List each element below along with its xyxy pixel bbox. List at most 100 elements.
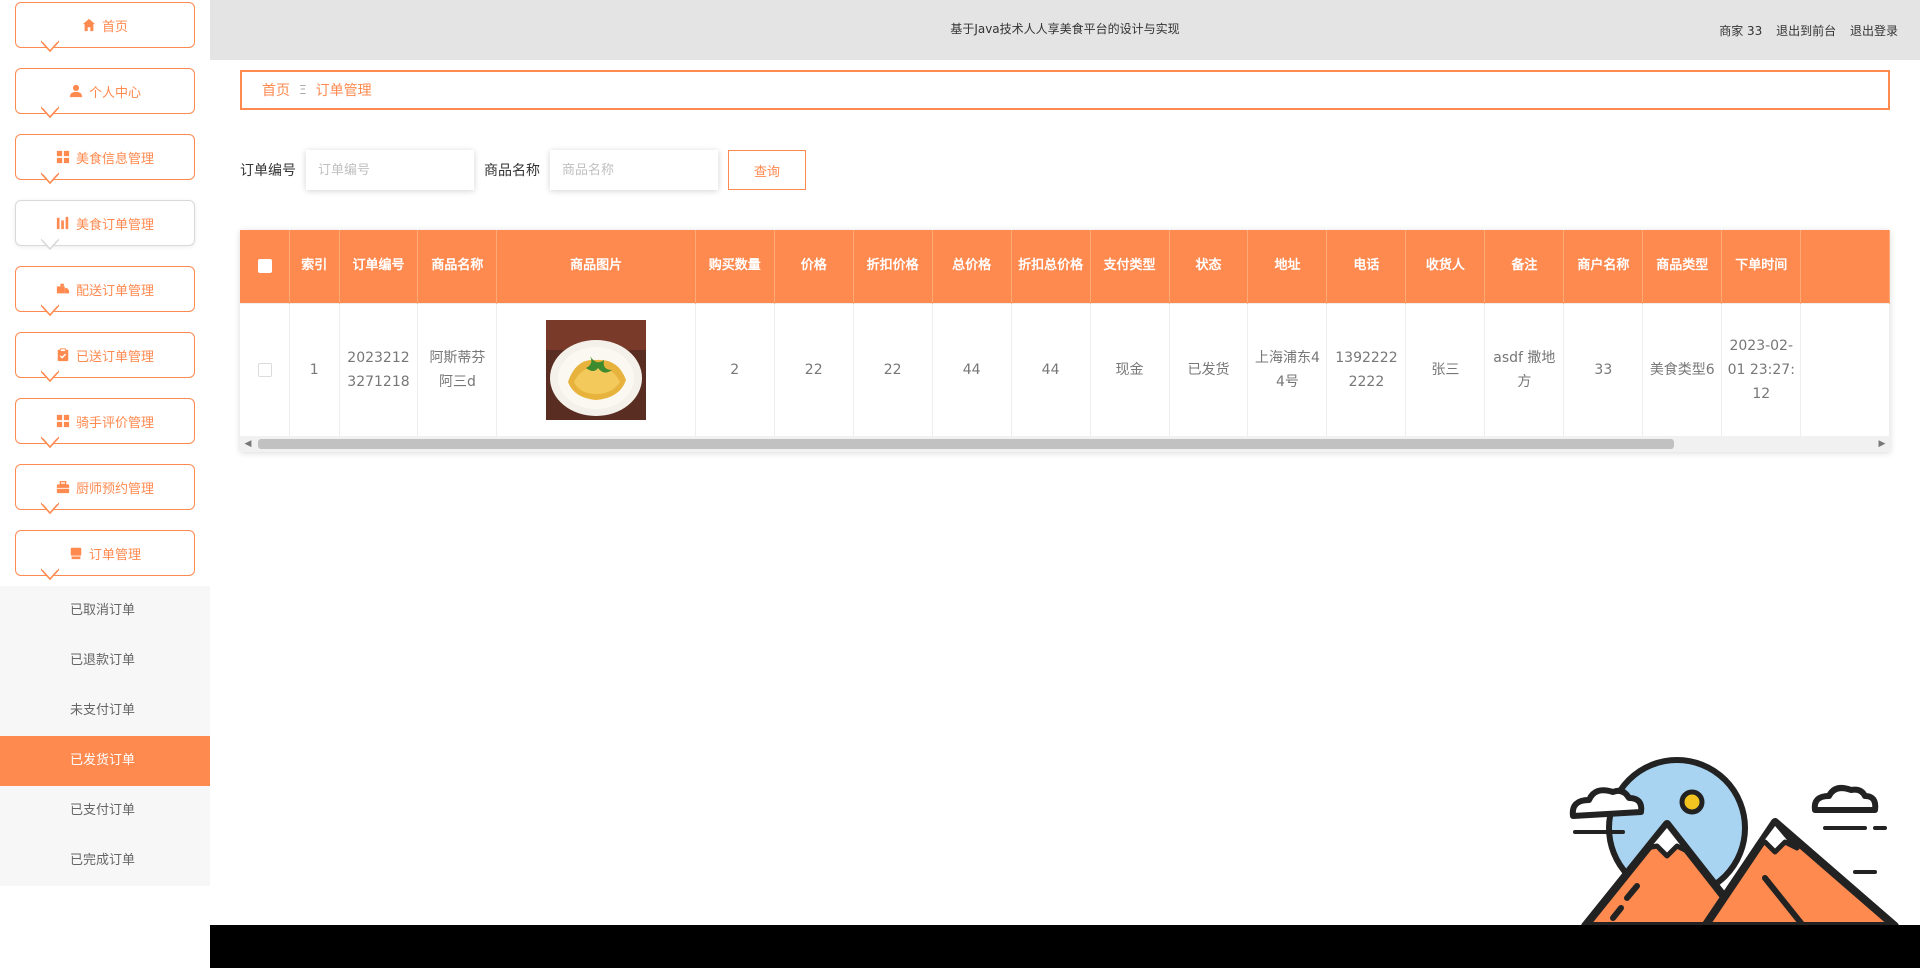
speech-tail-icon — [40, 172, 60, 190]
sidebar-item-label: 美食订单管理 — [75, 217, 154, 233]
current-user: 商家 33 — [1719, 24, 1763, 38]
footer-bar — [210, 925, 1920, 968]
speech-tail-icon — [40, 436, 60, 454]
sidebar-item-3[interactable]: 美食信息管理 — [15, 134, 195, 185]
speech-tail-icon — [40, 370, 60, 388]
cell-discount-total: 44 — [1011, 302, 1091, 436]
breadcrumb: 首页 Ξ 订单管理 — [240, 70, 1890, 110]
scrollbar-thumb[interactable] — [258, 439, 1674, 449]
col-header: 总价格 — [932, 230, 1012, 303]
goods-name-label: 商品名称 — [484, 163, 540, 179]
sidebar-item-2[interactable]: 个人中心 — [15, 68, 195, 119]
speech-tail-icon — [40, 304, 60, 322]
scroll-left-icon[interactable]: ◀ — [240, 436, 256, 452]
col-header: 商品名称 — [417, 230, 498, 303]
order-submenu: 已取消订单 已退款订单 未支付订单 已发货订单 已支付订单 已完成订单 — [0, 586, 210, 886]
col-header: 支付类型 — [1090, 230, 1170, 303]
cell-order-time: 2023-02-01 23:27:12 — [1721, 302, 1802, 436]
sidebar-item-5[interactable]: 配送订单管理 — [15, 266, 195, 317]
sidebar-item-7[interactable]: 骑手评价管理 — [15, 398, 195, 449]
sidebar-item-6[interactable]: 已送订单管理 — [15, 332, 195, 383]
sidebar-item-label: 厨师预约管理 — [75, 481, 154, 497]
col-header: 商品类型 — [1642, 230, 1723, 303]
select-all-cell[interactable] — [240, 230, 290, 303]
system-title: 基于Java技术人人享美食平台的设计与实现 — [950, 22, 1180, 36]
sidebar-item-4[interactable]: 美食订单管理 — [15, 200, 195, 251]
col-header: 收货人 — [1405, 230, 1486, 303]
goods-name-input[interactable] — [550, 150, 718, 190]
table-header-row: 索引 订单编号 商品名称 商品图片 购买数量 价格 折扣价格 总价格 折扣总价格… — [240, 230, 1890, 303]
col-header: 价格 — [774, 230, 854, 303]
cell-goods-name: 阿斯蒂芬阿三d — [417, 302, 498, 436]
exit-to-front-link[interactable]: 退出到前台 — [1776, 24, 1836, 38]
top-bar: 基于Java技术人人享美食平台的设计与实现 商家 33 退出到前台 退出登录 — [210, 0, 1920, 60]
speech-tail-icon — [40, 568, 60, 586]
chart-icon — [56, 216, 70, 230]
mountain-illustration — [1569, 757, 1899, 931]
query-button[interactable]: 查询 — [728, 150, 806, 190]
cell-order-no: 20232123271218 — [339, 302, 419, 436]
submenu-item[interactable]: 未支付订单 — [0, 686, 210, 736]
logout-link[interactable]: 退出登录 — [1850, 24, 1898, 38]
cell-total-price: 44 — [932, 302, 1012, 436]
col-header: 商户名称 — [1563, 230, 1644, 303]
cell-discount-price: 22 — [853, 302, 933, 436]
cell-merchant: 33 — [1563, 302, 1644, 436]
cell-goods-type: 美食类型6 — [1642, 302, 1723, 436]
user-icon — [69, 84, 83, 98]
clipboard-icon — [56, 348, 70, 362]
sidebar-item-8[interactable]: 厨师预约管理 — [15, 464, 195, 515]
col-header: 索引 — [289, 230, 340, 303]
col-header: 备注 — [1484, 230, 1565, 303]
order-no-input[interactable] — [306, 150, 474, 190]
top-links: 商家 33 退出到前台 退出登录 — [1709, 22, 1898, 39]
submenu-item[interactable]: 已发货订单 — [0, 736, 210, 786]
speech-tail-icon — [40, 238, 60, 256]
submenu-item[interactable]: 已退款订单 — [0, 636, 210, 686]
home-icon — [82, 18, 96, 32]
submenu-item[interactable]: 已取消订单 — [0, 586, 210, 636]
col-header: 商品图片 — [496, 230, 696, 303]
sidebar-item-9[interactable]: 订单管理 — [15, 530, 195, 581]
col-header: 折扣价格 — [853, 230, 933, 303]
table-horizontal-scrollbar[interactable]: ◀ ▶ — [240, 436, 1890, 452]
col-header: 状态 — [1169, 230, 1249, 303]
breadcrumb-current: 订单管理 — [315, 83, 372, 99]
col-header: 折扣总价格 — [1011, 230, 1091, 303]
col-header: 地址 — [1247, 230, 1328, 303]
cart-icon — [69, 546, 83, 560]
grid-icon — [56, 414, 70, 428]
col-header: 订单编号 — [339, 230, 419, 303]
food-image[interactable] — [546, 319, 647, 420]
sidebar-item-1[interactable]: 首页 — [15, 2, 195, 53]
cell-price: 22 — [774, 302, 854, 436]
sidebar-item-label: 美食信息管理 — [75, 151, 154, 167]
col-header: 电话 — [1326, 230, 1407, 303]
sidebar-item-label: 个人中心 — [88, 85, 141, 101]
order-table: 索引 订单编号 商品名称 商品图片 购买数量 价格 折扣价格 总价格 折扣总价格… — [240, 230, 1890, 436]
scroll-right-icon[interactable]: ▶ — [1874, 436, 1890, 452]
breadcrumb-home[interactable]: 首页 — [262, 80, 290, 100]
order-table-container: 索引 订单编号 商品名称 商品图片 购买数量 价格 折扣价格 总价格 折扣总价格… — [240, 230, 1890, 452]
speech-tail-icon — [40, 502, 60, 520]
row-checkbox[interactable] — [257, 362, 272, 377]
speech-tail-icon — [40, 106, 60, 124]
sidebar-item-label: 配送订单管理 — [75, 283, 154, 299]
cell-goods-image — [496, 302, 696, 436]
row-select-cell[interactable] — [240, 302, 290, 436]
briefcase-icon — [56, 480, 70, 494]
search-form: 订单编号 商品名称 查询 — [240, 150, 806, 190]
cell-remark: asdf 撒地方 — [1484, 302, 1565, 436]
select-all-checkbox[interactable] — [257, 258, 272, 273]
cell-pay-type: 现金 — [1090, 302, 1170, 436]
sidebar-item-label: 骑手评价管理 — [75, 415, 154, 431]
submenu-item[interactable]: 已支付订单 — [0, 786, 210, 836]
order-no-label: 订单编号 — [240, 163, 296, 179]
cell-quantity: 2 — [695, 302, 775, 436]
col-header-actions — [1800, 230, 1890, 303]
sidebar-item-label: 首页 — [101, 19, 128, 35]
cell-actions — [1800, 302, 1890, 436]
col-header: 下单时间 — [1721, 230, 1802, 303]
truck-icon — [56, 282, 70, 296]
submenu-item[interactable]: 已完成订单 — [0, 836, 210, 886]
